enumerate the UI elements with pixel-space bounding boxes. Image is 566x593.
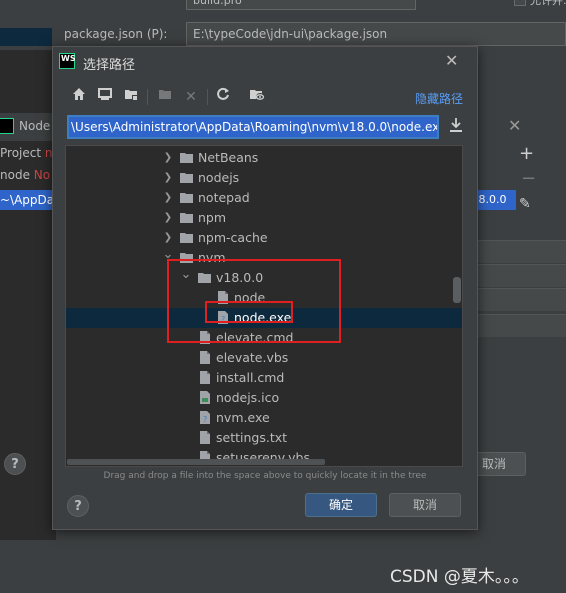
package-json-field[interactable]: E:\typeCode\jdn-ui\package.json [186, 22, 566, 46]
project-folder-icon[interactable] [121, 87, 141, 107]
select-path-dialog: WS 选择路径 ✕ ✕ 隐藏路径 \Users\Administrator\Ap… [52, 46, 478, 530]
folder-icon [180, 213, 193, 223]
node-dialog-title: Node [19, 119, 51, 133]
tree-row[interactable]: nodejs.ico [66, 388, 462, 408]
drag-drop-hint: Drag and drop a file into the space abov… [103, 471, 427, 481]
folder-icon [180, 193, 193, 203]
annotation-box-node-exe [205, 301, 293, 323]
csdn-watermark: CSDN @夏木。。。 [390, 567, 529, 587]
background-close-icon[interactable]: ✕ [508, 116, 521, 135]
cancel-button[interactable]: 取消 [389, 493, 461, 517]
image-file-icon [200, 391, 210, 404]
tree-row-label: NetBeans [198, 150, 259, 165]
hide-path-link[interactable]: 隐藏路径 [415, 90, 463, 107]
allow-parallel-checkbox[interactable] [514, 0, 526, 6]
tree-row[interactable]: ❯ npm [66, 208, 462, 228]
path-input-value: \Users\Administrator\AppData\Roaming\nvm… [69, 117, 437, 137]
desktop-icon[interactable] [95, 87, 115, 107]
dialog-titlebar: WS 选择路径 ✕ [53, 47, 477, 77]
delete-icon[interactable]: ✕ [181, 87, 201, 107]
refresh-icon[interactable] [213, 87, 233, 107]
tree-row[interactable]: ? nvm.exe [66, 408, 462, 428]
remove-icon[interactable]: − [521, 168, 536, 189]
path-input[interactable]: \Users\Administrator\AppData\Roaming\nvm… [67, 115, 439, 139]
edit-icon[interactable]: ✎ [519, 196, 531, 212]
help-button[interactable]: ? [67, 495, 89, 517]
tree-row-label: npm [198, 210, 227, 225]
folder-icon [180, 173, 193, 183]
tree-row[interactable]: install.cmd [66, 368, 462, 388]
tree-row[interactable]: ❯ npm-cache [66, 228, 462, 248]
file-icon [200, 431, 210, 444]
tree-row-label: settings.txt [216, 430, 288, 445]
tree-row[interactable]: ❯ notepad [66, 188, 462, 208]
tree-row-label: install.cmd [216, 370, 285, 385]
ws-logo-small [0, 118, 14, 134]
tree-row[interactable]: elevate.vbs [66, 348, 462, 368]
chevron-right-icon[interactable]: ❯ [162, 148, 174, 168]
svg-text:?: ? [203, 415, 207, 424]
tree-row-label: nodejs.ico [216, 390, 280, 405]
tree-row[interactable]: ❯ NetBeans [66, 148, 462, 168]
home-icon[interactable] [69, 87, 89, 107]
tree-row[interactable]: ❯ nodejs [66, 168, 462, 188]
ok-button[interactable]: 确定 [305, 493, 377, 517]
background-help-button[interactable]: ? [4, 453, 26, 475]
webstorm-logo: WS [59, 53, 76, 69]
new-folder-icon[interactable] [155, 87, 175, 107]
appdata-row[interactable]: ~\AppDa [0, 190, 52, 210]
chevron-right-icon[interactable]: ❯ [162, 188, 174, 208]
file-icon [200, 351, 210, 364]
add-icon[interactable]: + [519, 143, 534, 164]
close-icon[interactable]: ✕ [445, 51, 458, 70]
allow-parallel-label: 允许并... [530, 0, 566, 7]
tree-row-label: npm-cache [198, 230, 268, 245]
executable-file-icon: ? [200, 411, 210, 424]
toolbar-separator [147, 89, 148, 105]
tree-row-label: nodejs [198, 170, 240, 185]
tree-scrollbar-vertical[interactable] [453, 277, 461, 303]
project-label: Project n [0, 146, 53, 160]
tree-row-label: elevate.vbs [216, 350, 289, 365]
tree-row[interactable]: settings.txt [66, 428, 462, 448]
tree-row-label: nvm.exe [216, 410, 270, 425]
file-icon [200, 371, 210, 384]
tree-row-label: notepad [198, 190, 250, 205]
folder-icon [180, 233, 193, 243]
folder-icon [180, 153, 193, 163]
run-script-field[interactable]: build:pro [186, 0, 416, 10]
toolbar-separator [207, 89, 208, 105]
show-hidden-icon[interactable] [247, 87, 267, 107]
package-json-label: package.json (P): [64, 27, 168, 41]
dialog-title: 选择路径 [83, 58, 136, 73]
chevron-right-icon[interactable]: ❯ [162, 208, 174, 228]
background-left-selected [0, 28, 52, 46]
node-label: node No [0, 168, 51, 182]
download-icon[interactable] [449, 117, 463, 136]
chevron-right-icon[interactable]: ❯ [162, 168, 174, 188]
tree-scrollbar-horizontal[interactable] [67, 459, 325, 465]
